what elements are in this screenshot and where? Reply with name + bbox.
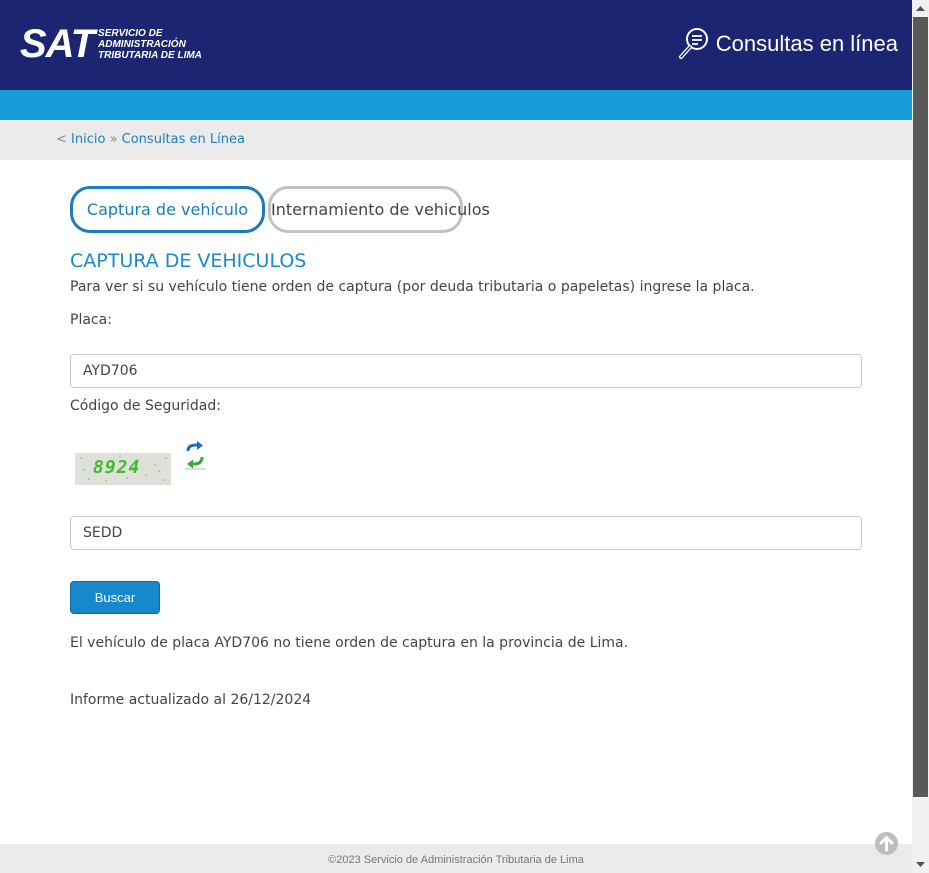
scroll-up-arrow-icon[interactable] xyxy=(912,0,929,17)
breadcrumb-back-marker: < xyxy=(56,132,72,147)
logo-line-1: Servicio de xyxy=(98,27,163,39)
logo-subtitle: Servicio de Administración Tributaria de… xyxy=(98,28,202,61)
refresh-arrows-icon[interactable] xyxy=(182,441,208,471)
consultas-title: Consultas en línea xyxy=(715,31,898,56)
tab-internamiento-label[interactable]: Internamiento de vehiculos xyxy=(271,186,490,233)
search-button[interactable]: Buscar xyxy=(70,581,160,614)
breadcrumb-current-link[interactable]: Consultas en Línea xyxy=(122,132,245,147)
site-footer: ©2023 Servicio de Administración Tributa… xyxy=(0,844,912,873)
plate-input[interactable]: AYD706 xyxy=(70,354,862,388)
breadcrumb-home-link[interactable]: Inicio xyxy=(71,132,105,147)
consultas-heading: Consultas en línea xyxy=(676,26,898,62)
site-header: SAT Servicio de Administración Tributari… xyxy=(0,0,912,90)
tab-captura-vehiculo[interactable]: Captura de vehículo xyxy=(70,186,265,233)
sat-logo[interactable]: SAT Servicio de Administración Tributari… xyxy=(20,22,202,66)
footer-copyright: ©2023 Servicio de Administración Tributa… xyxy=(328,854,584,866)
arrow-up-circle-icon[interactable] xyxy=(874,831,899,856)
logo-wordmark: SAT xyxy=(20,22,95,66)
result-message: El vehículo de placa AYD706 no tiene ord… xyxy=(70,635,629,651)
page: SAT Servicio de Administración Tributari… xyxy=(0,0,912,873)
logo-line-3: Tributaria de Lima xyxy=(98,49,202,61)
accent-bar xyxy=(0,90,912,120)
scrollbar-thumb[interactable] xyxy=(913,17,928,797)
scroll-down-arrow-icon[interactable] xyxy=(912,856,929,873)
logo-line-2: Administración xyxy=(98,38,186,50)
form-description: Para ver si su vehículo tiene orden de c… xyxy=(70,279,755,295)
breadcrumb: < Inicio » Consultas en Línea xyxy=(0,120,912,160)
captcha-code: 8924 xyxy=(93,457,141,478)
breadcrumb-separator: » xyxy=(105,132,122,147)
vertical-scrollbar[interactable] xyxy=(912,0,929,873)
security-code-label: Código de Seguridad: xyxy=(70,398,221,414)
form-title: CAPTURA DE VEHICULOS xyxy=(70,250,307,272)
security-code-input[interactable]: SEDD xyxy=(70,516,862,550)
plate-label: Placa: xyxy=(70,312,112,328)
magnifier-document-icon xyxy=(678,28,708,59)
report-updated-date: Informe actualizado al 26/12/2024 xyxy=(70,692,312,708)
captcha-image: 8924 xyxy=(75,453,171,485)
